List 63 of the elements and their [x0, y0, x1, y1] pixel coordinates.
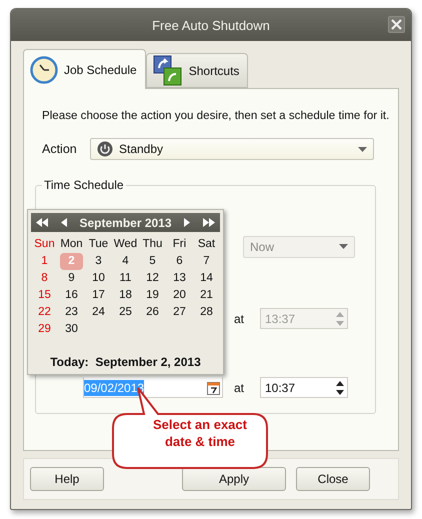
dialog-button[interactable]: Help — [30, 467, 104, 491]
power-icon — [97, 141, 113, 157]
calendar-day[interactable]: 17 — [87, 287, 110, 304]
weekday-label: Sat — [196, 237, 216, 252]
calendar-day[interactable]: 15 — [33, 287, 56, 304]
calendar-day[interactable]: 3 — [87, 253, 110, 270]
calendar-day[interactable]: 14 — [195, 270, 218, 287]
calendar-day[interactable]: 1 — [33, 253, 56, 270]
dropdown-caret-icon — [358, 146, 367, 152]
calendar-day[interactable]: 29 — [33, 321, 56, 338]
calendar-day[interactable]: 19 — [141, 287, 164, 304]
calendar-day[interactable]: 22 — [33, 304, 56, 321]
group-title: Time Schedule — [43, 178, 125, 192]
calendar-day[interactable]: 5 — [141, 253, 164, 270]
callout-tooltip-text: Select an exact date & time — [152, 416, 248, 450]
calendar-day[interactable]: 4 — [114, 253, 137, 270]
calendar-day[interactable]: 23 — [60, 304, 83, 321]
weekday-label: Mon — [59, 237, 84, 252]
calendar-day[interactable]: 16 — [60, 287, 83, 304]
instruction-text: Please choose the action you desire, then set a schedule time for it. — [42, 109, 390, 122]
calendar-day[interactable]: 11 — [114, 270, 137, 287]
calendar-day[interactable]: 9 — [60, 270, 83, 287]
calendar-day[interactable]: 12 — [141, 270, 164, 287]
calendar-day[interactable]: 7 — [195, 253, 218, 270]
calendar-day[interactable]: 20 — [168, 287, 191, 304]
calendar-day[interactable]: 30 — [60, 321, 83, 338]
weekday-label: Fri — [172, 237, 188, 252]
weekday-label: Wed — [112, 237, 138, 252]
calendar-day[interactable]: 21 — [195, 287, 218, 304]
previous-year-button[interactable] — [35, 216, 49, 228]
at-label: at — [234, 380, 246, 394]
date-text: 09/02/2013 — [84, 380, 144, 396]
calendar-icon[interactable] — [207, 380, 220, 395]
weekday-label: Tue — [88, 237, 110, 252]
action-label: Action — [42, 142, 78, 156]
close-button[interactable] — [388, 16, 405, 33]
dropdown-caret-icon — [339, 244, 348, 249]
action-dropdown[interactable]: Standby — [90, 138, 374, 160]
calendar-day[interactable]: 25 — [114, 304, 137, 321]
at-label: at — [234, 312, 246, 326]
calendar-day[interactable]: 24 — [87, 304, 110, 321]
tab[interactable]: Job Schedule — [23, 49, 146, 89]
calendar-day[interactable]: 27 — [168, 304, 191, 321]
calendar-day[interactable]: 10 — [87, 270, 110, 287]
calendar-day[interactable]: 18 — [114, 287, 137, 304]
window-title: Free Auto Shutdown — [152, 18, 270, 32]
dialog-button[interactable]: Close — [296, 467, 370, 491]
calendar-day[interactable]: 13 — [168, 270, 191, 287]
calendar-day[interactable]: 26 — [141, 304, 164, 321]
today-link[interactable]: Today: September 2, 2013 — [44, 354, 207, 370]
weekday-label: Sun — [33, 237, 56, 252]
clock-icon — [30, 56, 58, 84]
calendar-day[interactable]: 6 — [168, 253, 191, 270]
dialog-button[interactable]: Apply — [182, 467, 286, 491]
calendar-day[interactable]: 8 — [33, 270, 56, 287]
calendar-day[interactable]: 28 — [195, 304, 218, 321]
next-year-button[interactable] — [202, 216, 216, 228]
weekday-label: Thu — [142, 237, 164, 252]
shortcut-arrows-icon — [152, 54, 183, 86]
month-title: September 2013 — [79, 216, 172, 230]
spin-arrows-icon[interactable] — [336, 380, 344, 394]
time-field[interactable]: 10:37 — [260, 377, 348, 398]
tab[interactable]: Shortcuts — [146, 53, 248, 88]
